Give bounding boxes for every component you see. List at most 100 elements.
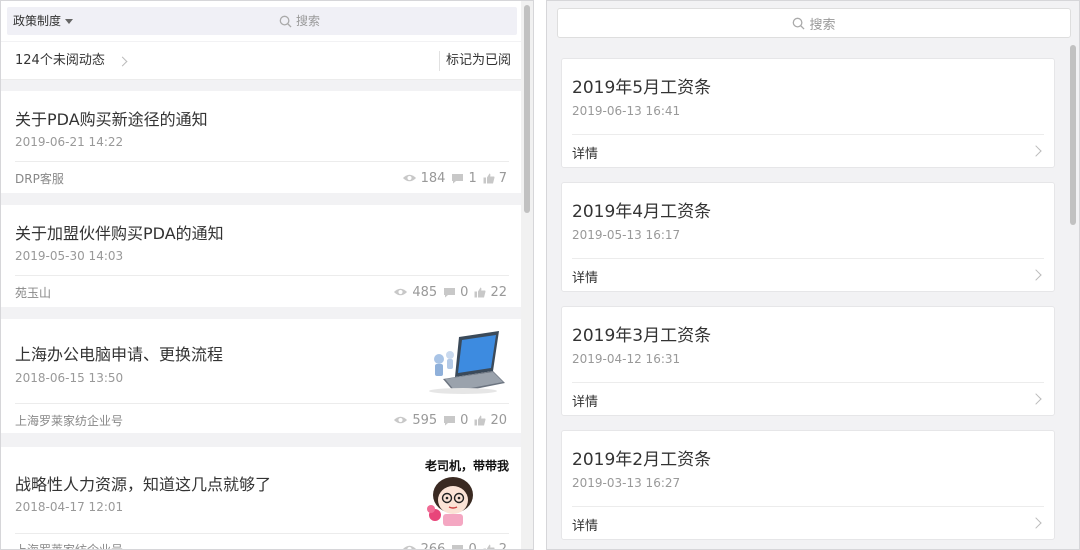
payslip-details-link[interactable]: 详情 [572,391,598,410]
unread-count-link[interactable]: 124个未阅动态 [15,42,128,80]
category-filter-label: 政策制度 [13,14,62,28]
feed-search[interactable]: 搜索 [279,7,320,35]
payslip-scrollbar[interactable] [1067,45,1079,549]
payslip-search-placeholder: 搜索 [809,17,836,33]
laptop-illustration-icon [429,331,505,394]
payslip-date: 2019-06-13 16:41 [572,104,681,118]
payslip-date: 2019-03-13 16:27 [572,476,681,490]
view-count: 485 [412,284,438,300]
news-title: 战略性人力资源，知道这几点就够了 [15,475,272,494]
like-count: 20 [490,412,507,428]
view-count: 595 [412,412,438,428]
divider [572,258,1044,259]
news-date: 2018-04-17 12:01 [15,500,124,514]
news-item[interactable]: 关于加盟伙伴购买PDA的通知 2019-05-30 14:03 苑玉山 485 … [1,205,523,307]
divider [15,161,509,162]
comment-icon [452,173,464,183]
sticker-caption: 老司机，带带我 [424,459,509,473]
divider [572,506,1044,507]
chevron-right-icon [1030,517,1042,529]
news-source: DRP客服 [15,171,64,186]
eye-icon [394,416,408,424]
divider [572,134,1044,135]
news-stats: 266 0 2 [402,541,509,550]
like-count: 2 [498,541,507,550]
payslip-details-link[interactable]: 详情 [572,267,598,286]
view-count: 266 [420,541,446,550]
news-item[interactable]: 战略性人力资源，知道这几点就够了 2018-04-17 12:01 老司机，带带… [1,447,523,550]
payslip-title: 2019年3月工资条 [572,326,712,346]
header-bar: 政策制度 搜索 [7,7,517,35]
feed-header: 政策制度 搜索 [1,1,523,41]
cartoon-girl-sticker: 老司机，带带我 [409,457,509,527]
payslip-scrollbar-thumb[interactable] [1070,45,1076,225]
news-footer: 苑玉山 485 0 22 [15,282,509,302]
news-item[interactable]: 关于PDA购买新途径的通知 2019-06-21 14:22 DRP客服 184… [1,91,523,193]
news-footer: 上海罗莱家纺企业号 266 0 2 [15,539,509,550]
eye-icon [394,288,408,296]
news-date: 2018-06-15 13:50 [15,371,124,385]
payslip-card[interactable]: 2019年5月工资条 2019-06-13 16:41 详情 [561,58,1055,168]
payslip-panel: 搜索 2019年5月工资条 2019-06-13 16:41 详情 2019年4… [546,0,1080,550]
divider [572,382,1044,383]
payslip-date: 2019-05-13 16:17 [572,228,681,242]
comment-count: 1 [468,170,477,186]
news-source: 上海罗莱家纺企业号 [15,542,124,550]
mark-as-read-button[interactable]: 标记为已阅 [438,51,523,71]
eye-icon [402,545,416,549]
payslip-title: 2019年2月工资条 [572,450,712,470]
thumbs-up-icon [483,544,495,549]
news-item[interactable]: 上海办公电脑申请、更换流程 2018-06-15 13:50 上海罗莱家纺企业号… [1,319,523,433]
eye-icon [402,174,416,182]
chevron-right-icon [1030,145,1042,157]
like-count: 7 [498,170,507,186]
feed-scrollbar[interactable] [521,1,533,549]
feed-scrollbar-thumb[interactable] [524,5,530,213]
payslip-date: 2019-04-12 16:31 [572,352,681,366]
divider [15,403,509,404]
chevron-right-icon [1030,269,1042,281]
news-title: 上海办公电脑申请、更换流程 [15,345,224,364]
news-feed-panel: 政策制度 搜索 124个未阅动态 标记为已阅 关于PDA购买新途径的通知 201… [0,0,534,550]
news-stats: 485 0 22 [393,285,509,300]
search-icon [793,17,806,30]
chevron-right-icon [117,56,128,66]
news-date: 2019-05-30 14:03 [15,249,124,263]
thumbs-up-icon [483,173,495,183]
comment-icon [444,415,456,425]
news-footer: DRP客服 184 1 7 [15,168,509,188]
unread-bar: 124个未阅动态 标记为已阅 [1,42,523,80]
payslip-card[interactable]: 2019年4月工资条 2019-05-13 16:17 详情 [561,182,1055,292]
payslip-title: 2019年5月工资条 [572,78,712,98]
caret-down-icon [65,18,74,24]
like-count: 22 [490,284,507,300]
payslip-title: 2019年4月工资条 [572,202,712,222]
comment-count: 0 [468,541,477,550]
news-source: 上海罗莱家纺企业号 [15,413,124,428]
comment-icon [452,544,464,549]
divider [15,533,509,534]
news-title: 关于加盟伙伴购买PDA的通知 [15,224,224,243]
cartoon-girl-icon [427,477,473,526]
thumbs-up-icon [474,287,486,297]
payslip-header: 搜索 [547,1,1079,45]
divider [15,275,509,276]
news-title: 关于PDA购买新途径的通知 [15,110,208,129]
comment-count: 0 [460,412,469,428]
payslip-card[interactable]: 2019年3月工资条 2019-04-12 16:31 详情 [561,306,1055,416]
comment-icon [444,287,456,297]
category-filter-dropdown[interactable]: 政策制度 [13,7,74,35]
payslip-card[interactable]: 2019年2月工资条 2019-03-13 16:27 详情 [561,430,1055,540]
payslip-details-link[interactable]: 详情 [572,515,598,534]
unread-count-text: 124个未阅动态 [15,53,105,68]
search-icon [279,15,292,28]
news-source: 苑玉山 [15,285,52,300]
payslip-details-link[interactable]: 详情 [572,143,598,162]
chevron-right-icon [1030,393,1042,405]
news-date: 2019-06-21 14:22 [15,135,124,149]
payslip-search-input[interactable]: 搜索 [557,8,1071,38]
view-count: 184 [420,170,446,186]
comment-count: 0 [460,284,469,300]
feed-search-placeholder: 搜索 [296,14,321,28]
news-stats: 595 0 20 [393,413,509,428]
